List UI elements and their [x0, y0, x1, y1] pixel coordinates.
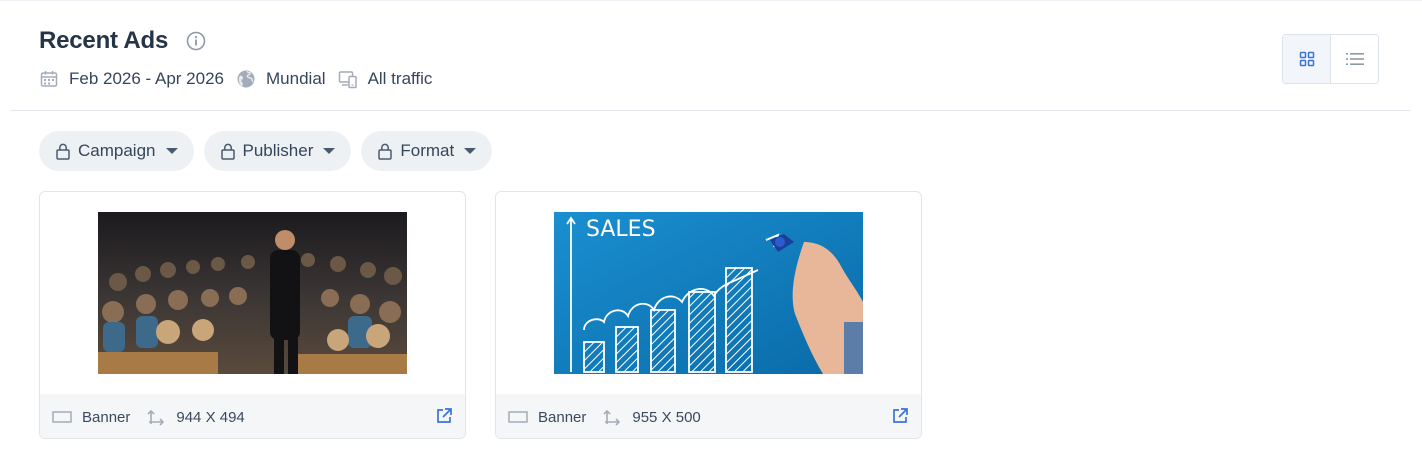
grid-view-button[interactable] — [1283, 35, 1331, 83]
ad-format: Banner — [52, 409, 130, 426]
ad-card[interactable]: SALES Banner 955 X 500 — [495, 191, 922, 439]
grid-icon — [1299, 51, 1314, 67]
open-external-icon[interactable] — [891, 407, 909, 429]
calendar-icon — [40, 71, 58, 87]
ad-thumbnail[interactable] — [98, 212, 407, 374]
ad-thumbnail[interactable]: SALES — [554, 212, 863, 374]
lock-icon — [378, 143, 393, 160]
caret-down-icon — [464, 148, 477, 154]
region-label: Mundial — [266, 69, 326, 88]
ad-format: Banner — [508, 409, 586, 426]
ad-card-footer: Banner 944 X 494 — [40, 394, 465, 438]
ad-format-label: Banner — [538, 408, 587, 426]
ad-size-label: 944 X 494 — [176, 408, 245, 426]
ad-format-label: Banner — [82, 408, 131, 426]
campaign-filter-label: Campaign — [78, 141, 156, 160]
caret-down-icon — [165, 148, 178, 154]
publisher-filter[interactable]: Publisher — [203, 131, 352, 171]
list-view-button[interactable] — [1331, 35, 1378, 83]
traffic-label: All traffic — [367, 69, 433, 88]
meta-row: Feb 2026 - Apr 2026 Mundial All traffic — [39, 66, 444, 92]
ad-card[interactable]: Banner 944 X 494 — [39, 191, 466, 439]
devices-icon — [338, 71, 357, 89]
resize-arrows-icon — [603, 409, 621, 426]
info-icon[interactable] — [186, 31, 206, 51]
page-header: Recent Ads — [39, 26, 206, 56]
format-filter-label: Format — [400, 141, 455, 160]
ad-size-label: 955 X 500 — [632, 408, 701, 426]
list-icon — [1345, 53, 1364, 65]
page-title: Recent Ads — [39, 27, 169, 54]
globe-icon — [237, 70, 255, 88]
caret-down-icon — [323, 148, 336, 154]
lock-icon — [56, 143, 70, 160]
date-range[interactable]: Feb 2026 - Apr 2026 — [39, 69, 224, 89]
ad-size: 955 X 500 — [602, 407, 701, 427]
top-border — [0, 0, 1422, 1]
publisher-filter-label: Publisher — [242, 141, 314, 160]
ad-size: 944 X 494 — [146, 407, 245, 427]
view-toggle — [1282, 34, 1379, 84]
ad-card-footer: Banner 955 X 500 — [496, 394, 921, 438]
banner-icon — [52, 411, 72, 423]
banner-icon — [508, 411, 528, 423]
resize-arrows-icon — [147, 409, 165, 426]
traffic-source[interactable]: All traffic — [338, 69, 433, 89]
format-filter[interactable]: Format — [361, 131, 493, 171]
region[interactable]: Mundial — [236, 69, 326, 89]
campaign-filter[interactable]: Campaign — [39, 131, 194, 171]
sales-image-text: SALES — [586, 217, 656, 242]
date-range-label: Feb 2026 - Apr 2026 — [69, 69, 225, 88]
open-external-icon[interactable] — [435, 407, 453, 429]
filter-bar: Campaign Publisher Format — [39, 131, 493, 171]
lock-icon — [220, 143, 235, 160]
header-divider — [10, 110, 1410, 111]
